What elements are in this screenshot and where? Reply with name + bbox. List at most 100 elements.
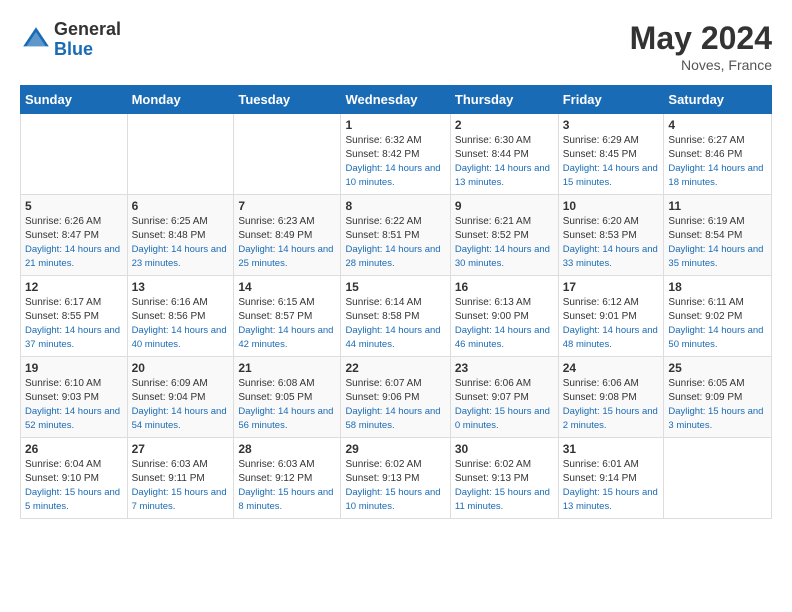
calendar-cell: 2Sunrise: 6:30 AMSunset: 8:44 PMDaylight… [450,114,558,195]
location-subtitle: Noves, France [630,57,772,73]
daylight-label: Daylight: 14 hours and 30 minutes. [455,244,550,269]
day-info: Sunrise: 6:04 AMSunset: 9:10 PMDaylight:… [25,458,123,514]
calendar-cell: 22Sunrise: 6:07 AMSunset: 9:06 PMDayligh… [341,357,450,438]
calendar-week-row: 12 Sunrise: 6:17 AMSunset: 8:55 PMDayligh… [21,276,772,357]
day-number: 24 [563,361,660,375]
day-info: Sunrise: 6:03 AMSunset: 9:12 PMDaylight:… [238,458,336,514]
calendar-cell: 29 Sunrise: 6:02 AMSunset: 9:13 PMDayligh… [341,438,450,519]
daylight-label: Daylight: 15 hours and 11 minutes. [455,487,550,512]
calendar-week-row: 26 Sunrise: 6:04 AMSunset: 9:10 PMDayligh… [21,438,772,519]
calendar-cell: 12 Sunrise: 6:17 AMSunset: 8:55 PMDayligh… [21,276,128,357]
weekday-header: Saturday [664,86,772,114]
daylight-label: Daylight: 14 hours and 37 minutes. [25,325,120,350]
day-number: 26 [25,442,123,456]
calendar-cell: 14 Sunrise: 6:15 AMSunset: 8:57 PMDayligh… [234,276,341,357]
calendar-cell: 20Sunrise: 6:09 AMSunset: 9:04 PMDayligh… [127,357,234,438]
day-number: 25 [668,361,767,375]
calendar-cell: 15Sunrise: 6:14 AMSunset: 8:58 PMDayligh… [341,276,450,357]
day-number: 27 [132,442,230,456]
day-info: Sunrise: 6:22 AMSunset: 8:51 PMDaylight:… [345,215,445,271]
calendar-cell: 25Sunrise: 6:05 AMSunset: 9:09 PMDayligh… [664,357,772,438]
logo: General Blue [20,20,121,60]
daylight-label: Daylight: 14 hours and 50 minutes. [668,325,763,350]
calendar-cell: 30 Sunrise: 6:02 AMSunset: 9:13 PMDayligh… [450,438,558,519]
day-info: Sunrise: 6:14 AMSunset: 8:58 PMDaylight:… [345,296,445,352]
calendar-cell: 4Sunrise: 6:27 AMSunset: 8:46 PMDaylight… [664,114,772,195]
day-number: 2 [455,118,554,132]
daylight-label: Daylight: 15 hours and 8 minutes. [238,487,333,512]
daylight-label: Daylight: 14 hours and 18 minutes. [668,163,763,188]
daylight-label: Daylight: 14 hours and 25 minutes. [238,244,333,269]
day-info: Sunrise: 6:17 AMSunset: 8:55 PMDaylight:… [25,296,123,352]
day-info: Sunrise: 6:10 AMSunset: 9:03 PMDaylight:… [25,377,123,433]
daylight-label: Daylight: 14 hours and 21 minutes. [25,244,120,269]
daylight-label: Daylight: 14 hours and 28 minutes. [345,244,440,269]
day-number: 10 [563,199,660,213]
day-info: Sunrise: 6:19 AMSunset: 8:54 PMDaylight:… [668,215,767,271]
day-number: 1 [345,118,445,132]
calendar-cell: 13 Sunrise: 6:16 AMSunset: 8:56 PMDayligh… [127,276,234,357]
calendar-cell: 18Sunrise: 6:11 AMSunset: 9:02 PMDayligh… [664,276,772,357]
daylight-label: Daylight: 14 hours and 23 minutes. [132,244,227,269]
calendar-cell: 24Sunrise: 6:06 AMSunset: 9:08 PMDayligh… [558,357,664,438]
calendar-cell: 27Sunrise: 6:03 AMSunset: 9:11 PMDayligh… [127,438,234,519]
calendar-cell [127,114,234,195]
calendar-header-row: SundayMondayTuesdayWednesdayThursdayFrid… [21,86,772,114]
day-number: 14 [238,280,336,294]
day-number: 19 [25,361,123,375]
day-number: 30 [455,442,554,456]
day-info: Sunrise: 6:15 AMSunset: 8:57 PMDaylight:… [238,296,336,352]
calendar-cell: 7Sunrise: 6:23 AMSunset: 8:49 PMDaylight… [234,195,341,276]
month-title: May 2024 [630,20,772,57]
day-info: Sunrise: 6:02 AMSunset: 9:13 PMDaylight:… [455,458,554,514]
day-info: Sunrise: 6:11 AMSunset: 9:02 PMDaylight:… [668,296,767,352]
daylight-label: Daylight: 15 hours and 7 minutes. [132,487,227,512]
daylight-label: Daylight: 15 hours and 3 minutes. [668,406,763,431]
weekday-header: Tuesday [234,86,341,114]
day-info: Sunrise: 6:02 AMSunset: 9:13 PMDaylight:… [345,458,445,514]
daylight-label: Daylight: 14 hours and 54 minutes. [132,406,227,431]
day-number: 13 [132,280,230,294]
calendar-cell [664,438,772,519]
calendar-cell: 6Sunrise: 6:25 AMSunset: 8:48 PMDaylight… [127,195,234,276]
calendar-cell: 8 Sunrise: 6:22 AMSunset: 8:51 PMDaylight… [341,195,450,276]
day-number: 31 [563,442,660,456]
day-number: 16 [455,280,554,294]
day-info: Sunrise: 6:27 AMSunset: 8:46 PMDaylight:… [668,134,767,190]
calendar-cell [234,114,341,195]
weekday-header: Friday [558,86,664,114]
day-info: Sunrise: 6:29 AMSunset: 8:45 PMDaylight:… [563,134,660,190]
daylight-label: Daylight: 15 hours and 5 minutes. [25,487,120,512]
day-info: Sunrise: 6:25 AMSunset: 8:48 PMDaylight:… [132,215,230,271]
daylight-label: Daylight: 14 hours and 15 minutes. [563,163,658,188]
page-header: General Blue May 2024 Noves, France [20,20,772,73]
logo-text: General Blue [54,20,121,60]
day-number: 29 [345,442,445,456]
daylight-label: Daylight: 14 hours and 42 minutes. [238,325,333,350]
day-info: Sunrise: 6:26 AMSunset: 8:47 PMDaylight:… [25,215,123,271]
day-number: 11 [668,199,767,213]
day-number: 8 [345,199,445,213]
calendar-cell: 28 Sunrise: 6:03 AMSunset: 9:12 PMDayligh… [234,438,341,519]
calendar-cell: 1Sunrise: 6:32 AMSunset: 8:42 PMDaylight… [341,114,450,195]
daylight-label: Daylight: 14 hours and 40 minutes. [132,325,227,350]
day-number: 12 [25,280,123,294]
calendar-cell: 23Sunrise: 6:06 AMSunset: 9:07 PMDayligh… [450,357,558,438]
day-number: 28 [238,442,336,456]
daylight-label: Daylight: 14 hours and 46 minutes. [455,325,550,350]
day-info: Sunrise: 6:13 AMSunset: 9:00 PMDaylight:… [455,296,554,352]
calendar-cell: 19 Sunrise: 6:10 AMSunset: 9:03 PMDayligh… [21,357,128,438]
day-info: Sunrise: 6:16 AMSunset: 8:56 PMDaylight:… [132,296,230,352]
day-info: Sunrise: 6:21 AMSunset: 8:52 PMDaylight:… [455,215,554,271]
day-info: Sunrise: 6:01 AMSunset: 9:14 PMDaylight:… [563,458,660,514]
calendar-table: SundayMondayTuesdayWednesdayThursdayFrid… [20,85,772,519]
day-info: Sunrise: 6:07 AMSunset: 9:06 PMDaylight:… [345,377,445,433]
calendar-cell: 3Sunrise: 6:29 AMSunset: 8:45 PMDaylight… [558,114,664,195]
calendar-cell: 9Sunrise: 6:21 AMSunset: 8:52 PMDaylight… [450,195,558,276]
calendar-cell: 11 Sunrise: 6:19 AMSunset: 8:54 PMDayligh… [664,195,772,276]
calendar-cell: 17Sunrise: 6:12 AMSunset: 9:01 PMDayligh… [558,276,664,357]
daylight-label: Daylight: 14 hours and 13 minutes. [455,163,550,188]
calendar-cell: 10Sunrise: 6:20 AMSunset: 8:53 PMDayligh… [558,195,664,276]
calendar-week-row: 5Sunrise: 6:26 AMSunset: 8:47 PMDaylight… [21,195,772,276]
daylight-label: Daylight: 15 hours and 2 minutes. [563,406,658,431]
